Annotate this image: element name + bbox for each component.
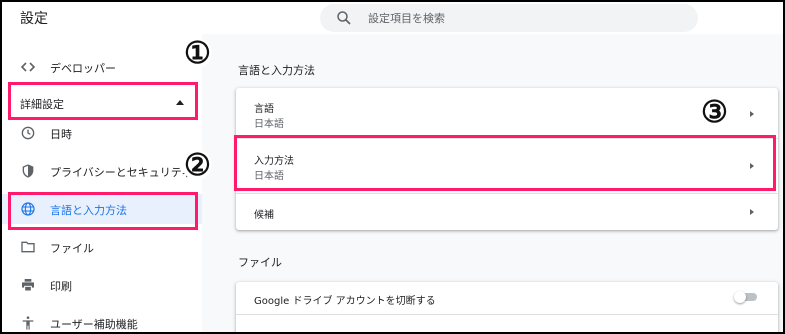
sidebar-item-label: 印刷	[50, 280, 72, 293]
annotation-number-2: ②	[182, 148, 212, 183]
sidebar-item-datetime[interactable]: 日時	[2, 118, 202, 148]
google-drive-toggle[interactable]	[734, 291, 760, 303]
sidebar-item-label: ユーザー補助機能	[50, 318, 138, 331]
printer-icon	[22, 279, 34, 292]
search-icon	[337, 11, 351, 25]
row-languages[interactable]: 言語 日本語	[236, 88, 778, 138]
highlight-advanced	[8, 82, 198, 120]
sidebar-item-label: デベロッパー	[50, 62, 116, 75]
annotation-number-1: ①	[182, 36, 212, 71]
row-title: 言語	[254, 104, 274, 115]
header: 設定 設定項目を検索	[2, 2, 783, 34]
sidebar: デベロッパー 詳細設定 日時 プライバシーとセキュリティ 言語と入力方法 ファイ…	[2, 34, 202, 332]
highlight-input-methods	[234, 135, 776, 191]
annotation-number-3: ③	[699, 95, 729, 130]
sidebar-item-label: 日時	[50, 128, 72, 141]
highlight-languages	[8, 192, 198, 230]
search-input[interactable]: 設定項目を検索	[320, 4, 698, 32]
sidebar-item-developer[interactable]: デベロッパー	[2, 52, 202, 82]
row-title: 候補	[254, 210, 274, 221]
divider	[236, 314, 778, 315]
files-card: Google ドライブ アカウントを切断する	[236, 282, 778, 332]
row-subtitle: 日本語	[254, 119, 284, 130]
settings-window: 設定 設定項目を検索 デベロッパー 詳細設定 日時 プライバシーとセキュリティ …	[0, 0, 785, 334]
sidebar-item-label: プライバシーとセキュリティ	[50, 166, 193, 179]
sidebar-item-label: ファイル	[50, 242, 94, 255]
row-title: Google ドライブ アカウントを切断する	[254, 296, 436, 307]
folder-icon	[21, 241, 35, 253]
row-google-drive[interactable]: Google ドライブ アカウントを切断する	[236, 282, 778, 314]
row-suggestions[interactable]: 候補	[236, 194, 778, 230]
chevron-right-icon	[750, 111, 754, 117]
section-title-languages: 言語と入力方法	[238, 64, 315, 77]
sidebar-item-accessibility[interactable]: ユーザー補助機能	[2, 308, 202, 332]
chevron-right-icon	[750, 209, 754, 215]
section-title-files: ファイル	[238, 256, 282, 269]
sidebar-item-privacy[interactable]: プライバシーとセキュリティ	[2, 156, 202, 186]
sidebar-item-printing[interactable]: 印刷	[2, 270, 202, 300]
sidebar-item-files[interactable]: ファイル	[2, 232, 202, 262]
clock-icon	[21, 126, 35, 140]
search-placeholder: 設定項目を検索	[368, 12, 445, 25]
code-icon	[20, 62, 36, 72]
shield-icon	[22, 164, 34, 178]
page-title: 設定	[20, 11, 48, 27]
accessibility-icon	[22, 316, 34, 330]
toggle-knob	[734, 291, 746, 303]
